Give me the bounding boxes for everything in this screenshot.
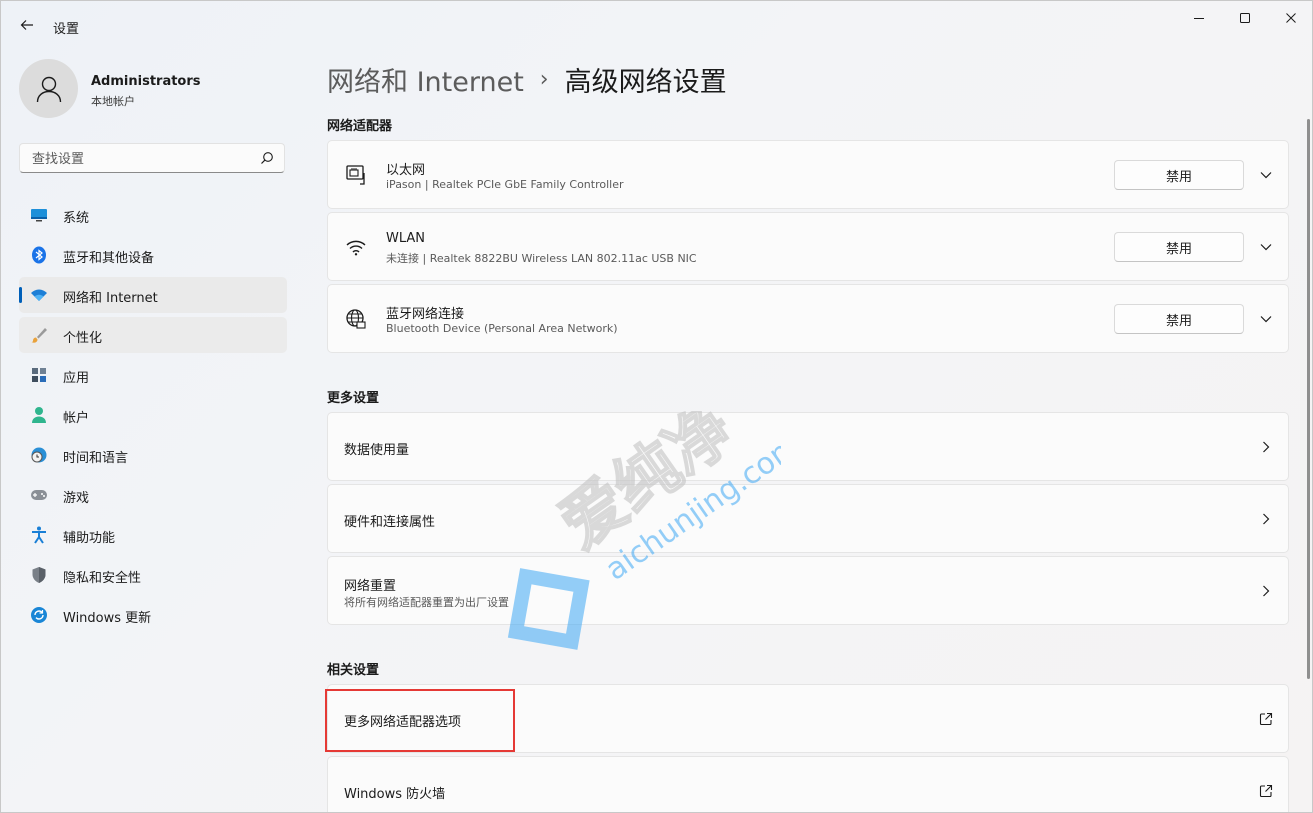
chevron-right-icon (1258, 439, 1274, 455)
settings-row-network-reset[interactable]: 网络重置 将所有网络适配器重置为出厂设置 (327, 556, 1289, 625)
sidebar-item-apps[interactable]: 应用 (19, 357, 287, 393)
adapter-card-wlan[interactable]: WLAN 未连接 | Realtek 8822BU Wireless LAN 8… (327, 212, 1289, 281)
external-link-icon (1258, 783, 1274, 799)
disable-button[interactable]: 禁用 (1114, 232, 1244, 262)
breadcrumb-separator: › (539, 66, 549, 92)
adapter-card-ethernet[interactable]: 以太网 iPason | Realtek PCIe GbE Family Con… (327, 140, 1289, 209)
avatar (19, 59, 78, 118)
brush-icon (30, 326, 48, 344)
maximize-icon (1240, 13, 1250, 23)
row-title: Windows 防火墙 (344, 787, 446, 802)
selection-indicator (19, 287, 22, 303)
globe-network-icon (344, 307, 368, 331)
person-icon (30, 406, 48, 424)
gamepad-icon (30, 486, 48, 504)
sidebar-item-label: 隐私和安全性 (63, 571, 142, 586)
sidebar-item-accounts[interactable]: 帐户 (19, 397, 287, 433)
accessibility-icon (30, 526, 48, 544)
adapter-title: 蓝牙网络连接 (386, 307, 465, 322)
section-title-adapters: 网络适配器 (327, 119, 393, 134)
shield-icon (30, 566, 48, 584)
title-bar: 设置 (1, 1, 1312, 49)
section-title-related-settings: 相关设置 (327, 663, 380, 678)
app-title: 设置 (53, 22, 80, 37)
sidebar-item-label: 个性化 (63, 331, 103, 346)
ethernet-icon (344, 163, 368, 187)
globe-clock-icon (30, 446, 48, 464)
sidebar-item-accessibility[interactable]: 辅助功能 (19, 517, 287, 553)
display-icon (30, 206, 48, 224)
adapter-subtitle: 未连接 | Realtek 8822BU Wireless LAN 802.11… (386, 252, 697, 265)
search-box[interactable] (19, 143, 285, 173)
chevron-right-icon (1258, 583, 1274, 599)
settings-window: 设置 Administrators 本地帐户 系统 蓝牙和其他设备 (0, 0, 1313, 813)
adapter-card-bluetooth[interactable]: 蓝牙网络连接 Bluetooth Device (Personal Area N… (327, 284, 1289, 353)
adapter-title: 以太网 (386, 163, 426, 178)
sidebar-item-system[interactable]: 系统 (19, 197, 287, 233)
row-title: 硬件和连接属性 (344, 515, 436, 530)
section-title-more-settings: 更多设置 (327, 391, 380, 406)
search-input[interactable] (30, 149, 254, 169)
sidebar-item-label: 系统 (63, 211, 90, 226)
sidebar-item-label: Windows 更新 (63, 611, 152, 626)
user-profile[interactable]: Administrators 本地帐户 (19, 59, 289, 119)
sidebar-item-gaming[interactable]: 游戏 (19, 477, 287, 513)
back-arrow-icon (20, 20, 33, 30)
row-title: 更多网络适配器选项 (344, 715, 462, 730)
profile-account-type: 本地帐户 (91, 95, 135, 108)
close-button[interactable] (1268, 1, 1312, 35)
sidebar-item-label: 应用 (63, 371, 90, 386)
chevron-down-icon[interactable] (1258, 311, 1274, 327)
adapter-title: WLAN (386, 231, 426, 246)
sidebar-nav: 系统 蓝牙和其他设备 网络和 Internet 个性化 应用 帐户 时间和语言 (19, 197, 287, 637)
sidebar-item-windows-update[interactable]: Windows 更新 (19, 597, 287, 633)
sidebar-item-label: 时间和语言 (63, 451, 129, 466)
row-title: 数据使用量 (344, 443, 410, 458)
minimize-button[interactable] (1176, 1, 1222, 35)
disable-button[interactable]: 禁用 (1114, 304, 1244, 334)
sidebar-item-privacy[interactable]: 隐私和安全性 (19, 557, 287, 593)
sidebar-item-label: 网络和 Internet (63, 291, 158, 306)
wifi-icon (30, 286, 48, 304)
profile-name: Administrators (91, 74, 201, 89)
sidebar-item-label: 游戏 (63, 491, 90, 506)
minimize-icon (1194, 18, 1204, 19)
breadcrumb: 网络和 Internet › 高级网络设置 (327, 59, 727, 99)
sidebar-item-bluetooth[interactable]: 蓝牙和其他设备 (19, 237, 287, 273)
back-button[interactable] (15, 13, 39, 37)
external-link-icon (1258, 711, 1274, 727)
search-icon[interactable] (260, 151, 274, 165)
disable-button[interactable]: 禁用 (1114, 160, 1244, 190)
chevron-down-icon[interactable] (1258, 167, 1274, 183)
settings-row-data-usage[interactable]: 数据使用量 (327, 412, 1289, 481)
settings-row-windows-firewall[interactable]: Windows 防火墙 (327, 756, 1289, 812)
sidebar-item-personalization[interactable]: 个性化 (19, 317, 287, 353)
scrollbar[interactable] (1307, 119, 1310, 679)
page-title: 高级网络设置 (564, 66, 727, 98)
sidebar-item-label: 蓝牙和其他设备 (63, 251, 155, 266)
bluetooth-icon (30, 246, 48, 264)
close-icon (1286, 13, 1296, 23)
row-title: 网络重置 (344, 579, 397, 594)
wifi-icon (344, 235, 368, 259)
row-subtitle: 将所有网络适配器重置为出厂设置 (344, 596, 509, 609)
sidebar-item-time-language[interactable]: 时间和语言 (19, 437, 287, 473)
adapter-subtitle: iPason | Realtek PCIe GbE Family Control… (386, 178, 624, 191)
settings-row-hardware-properties[interactable]: 硬件和连接属性 (327, 484, 1289, 553)
person-icon (36, 76, 61, 102)
adapter-subtitle: Bluetooth Device (Personal Area Network) (386, 322, 618, 335)
update-icon (30, 606, 48, 624)
sidebar-item-label: 帐户 (63, 411, 90, 426)
apps-icon (30, 366, 48, 384)
sidebar-item-network[interactable]: 网络和 Internet (19, 277, 287, 313)
settings-row-more-adapter-options[interactable]: 更多网络适配器选项 (327, 684, 1289, 753)
chevron-right-icon (1258, 511, 1274, 527)
sidebar-item-label: 辅助功能 (63, 531, 116, 546)
maximize-button[interactable] (1222, 1, 1268, 35)
chevron-down-icon[interactable] (1258, 239, 1274, 255)
breadcrumb-parent[interactable]: 网络和 Internet (327, 60, 524, 99)
